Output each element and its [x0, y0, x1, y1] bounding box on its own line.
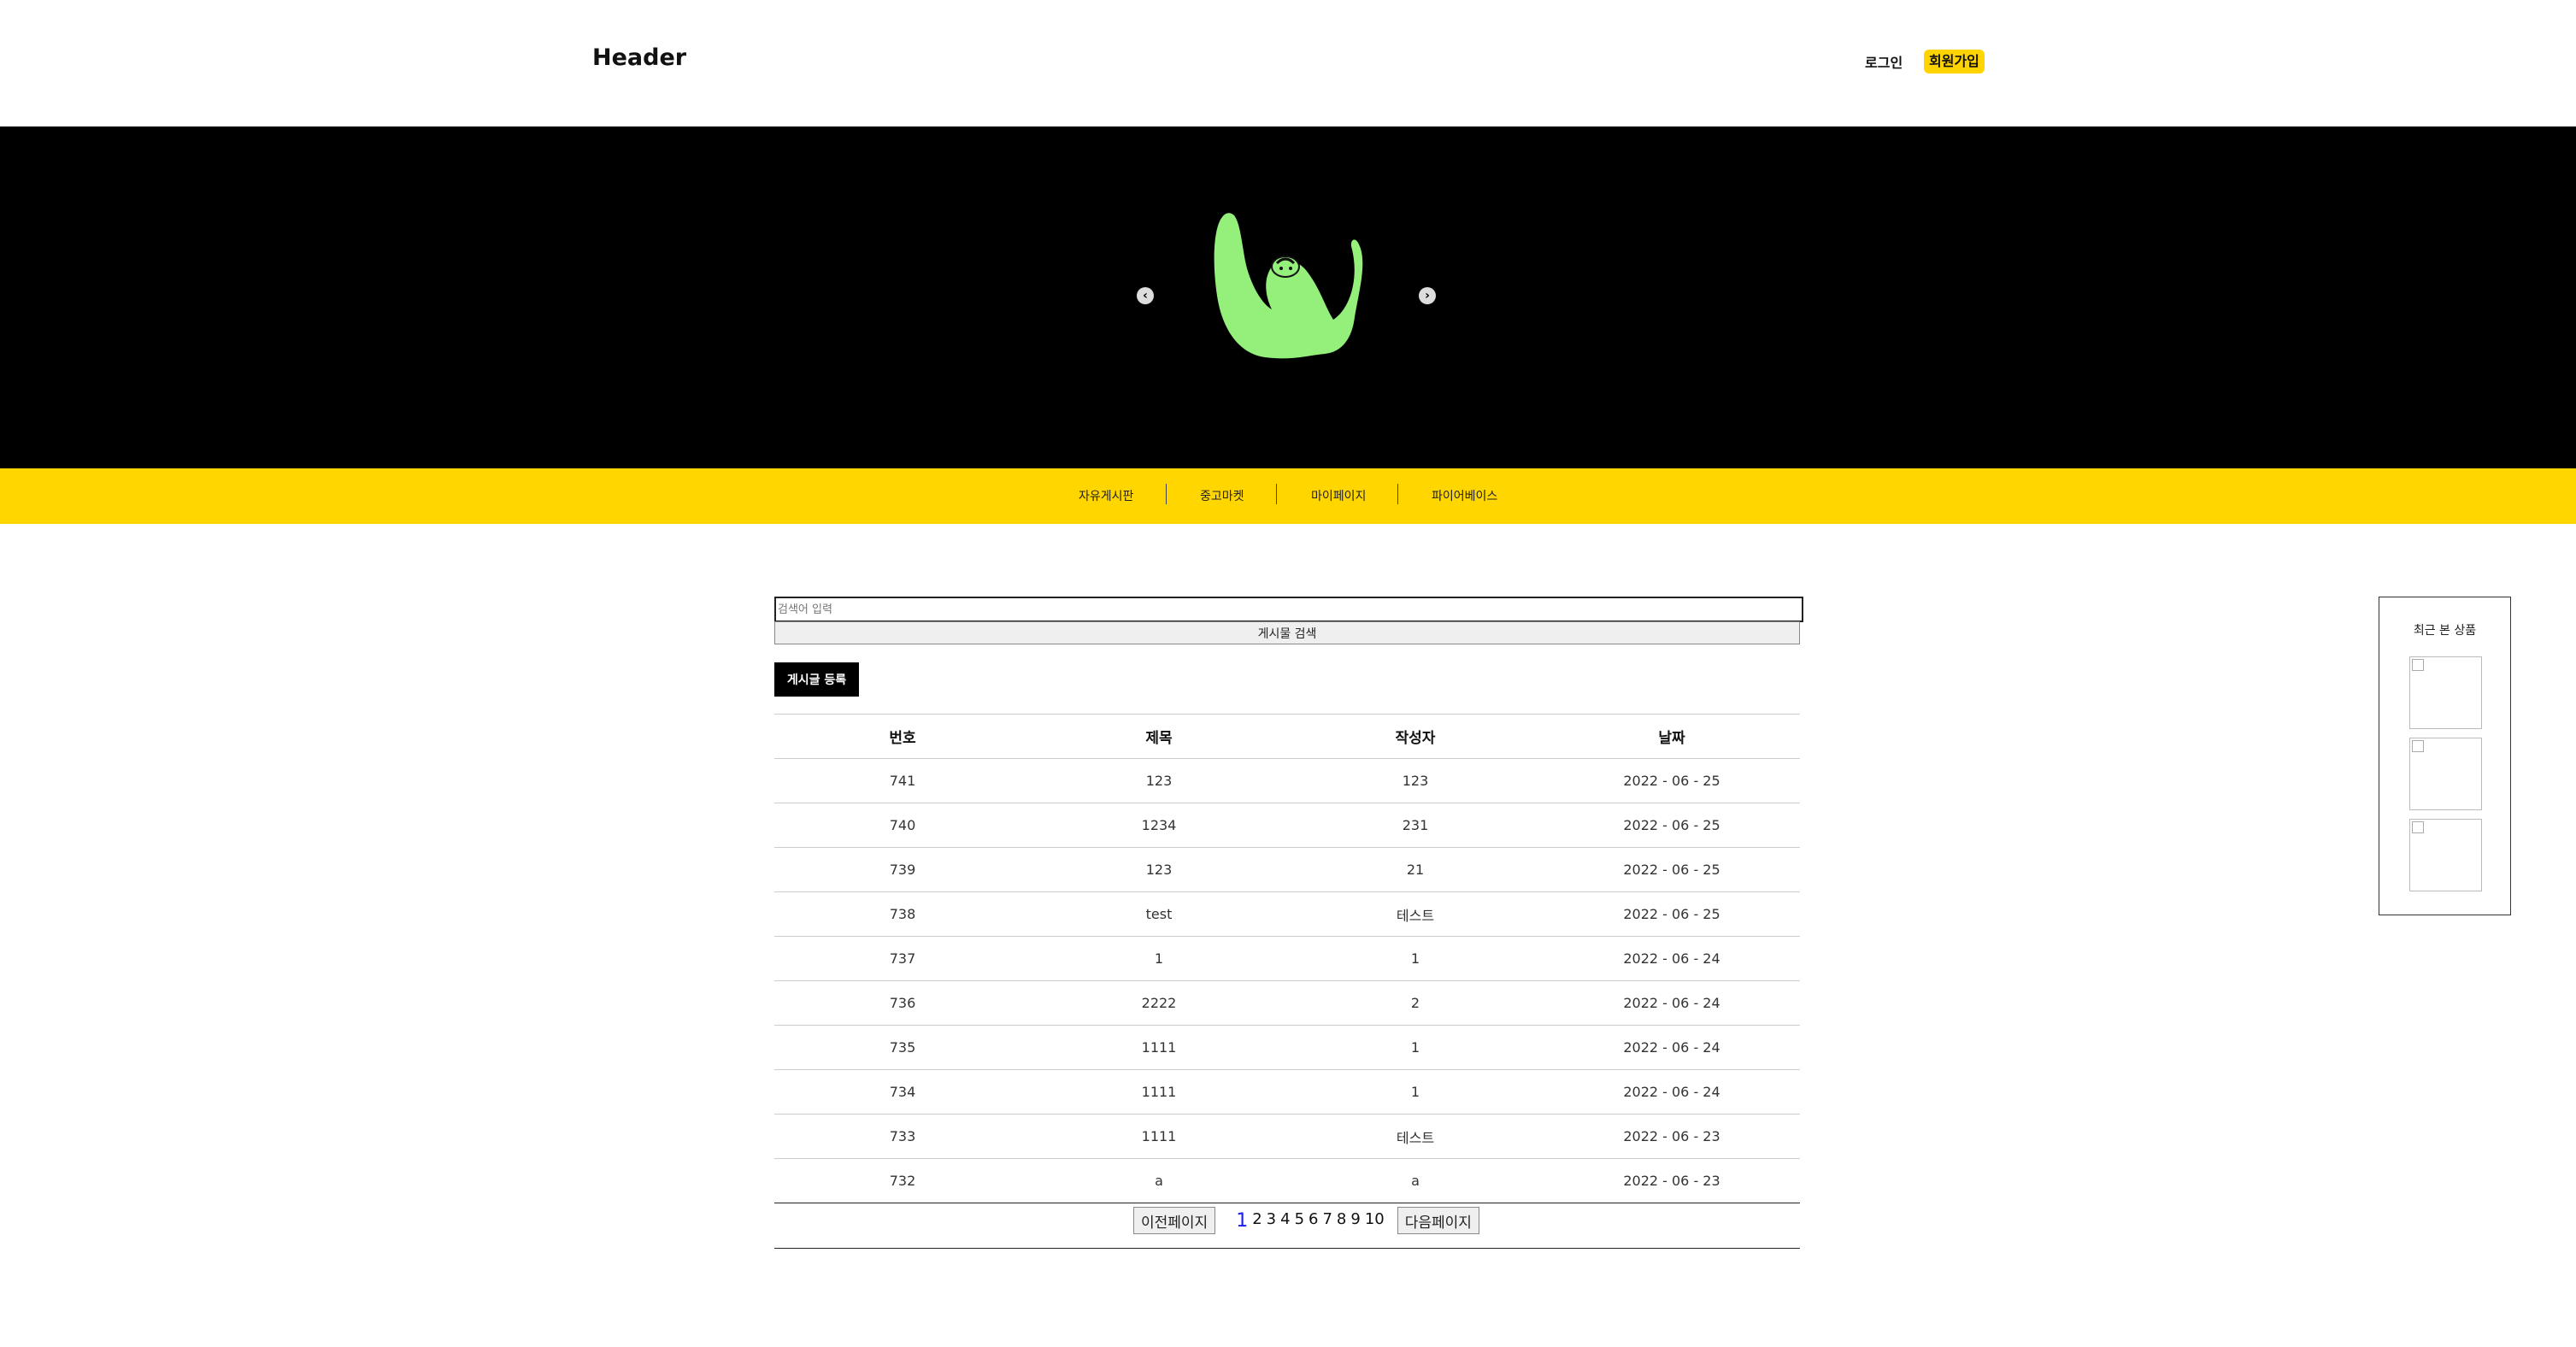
- signup-button[interactable]: 회원가입: [1924, 50, 1985, 74]
- column-header-date: 날짜: [1658, 730, 1685, 747]
- cell-number: 739: [889, 862, 916, 878]
- cell-number: 741: [889, 773, 916, 789]
- recently-viewed-panel: 최근 본 상품: [2379, 597, 2511, 915]
- page-numbers: 1 2 3 4 5 6 7 8 9 10: [1236, 1210, 1389, 1232]
- cell-date: 2022 - 06 - 25: [1623, 862, 1720, 878]
- banner-carousel: ‹ ›: [0, 126, 2576, 468]
- column-header-writer: 작성자: [1395, 730, 1436, 747]
- cell-title[interactable]: a: [1031, 1173, 1287, 1189]
- cell-date: 2022 - 06 - 23: [1623, 1173, 1720, 1189]
- cell-title[interactable]: 2222: [1031, 995, 1287, 1011]
- table-row[interactable]: 734 1111 1 2022 - 06 - 24: [774, 1070, 1800, 1115]
- login-link[interactable]: 로그인: [1865, 51, 1903, 72]
- cell-date: 2022 - 06 - 24: [1623, 1039, 1720, 1056]
- cell-writer: a: [1411, 1173, 1420, 1189]
- cell-title[interactable]: 123: [1031, 862, 1287, 878]
- cell-date: 2022 - 06 - 24: [1623, 995, 1720, 1011]
- cell-number: 740: [889, 817, 916, 833]
- cell-writer: 1: [1410, 1084, 1420, 1100]
- nav-item-my-page[interactable]: 마이페이지: [1311, 487, 1366, 504]
- broken-image-icon: [2412, 821, 2424, 833]
- cell-writer: 1: [1410, 1039, 1420, 1056]
- broken-image-icon: [2412, 740, 2424, 752]
- cell-title[interactable]: 1: [1031, 950, 1287, 967]
- table-header: 번호 제목 작성자 날짜: [774, 714, 1800, 759]
- cell-date: 2022 - 06 - 24: [1623, 950, 1720, 967]
- cell-title[interactable]: 123: [1031, 773, 1287, 789]
- nav-divider: [1166, 484, 1167, 504]
- cell-title[interactable]: 1111: [1031, 1084, 1287, 1100]
- recent-product-thumbnail[interactable]: [2409, 738, 2482, 810]
- cell-writer: 21: [1406, 862, 1425, 878]
- broken-image-icon: [2412, 659, 2424, 671]
- column-header-title: 제목: [1145, 730, 1173, 747]
- table-row[interactable]: 737 1 1 2022 - 06 - 24: [774, 937, 1800, 981]
- page-number-3[interactable]: 3: [1267, 1210, 1276, 1232]
- chevron-right-icon[interactable]: ›: [1419, 287, 1436, 304]
- cell-date: 2022 - 06 - 24: [1623, 1084, 1720, 1100]
- main-nav: 자유게시판 중고마켓 마이페이지 파이어베이스: [0, 468, 2576, 524]
- page-number-5[interactable]: 5: [1295, 1210, 1304, 1232]
- recent-product-thumbnail[interactable]: [2409, 656, 2482, 729]
- cell-title[interactable]: 1111: [1031, 1039, 1287, 1056]
- cell-number: 732: [889, 1173, 916, 1189]
- page-number-1[interactable]: 1: [1236, 1210, 1248, 1232]
- table-row[interactable]: 733 1111 테스트 2022 - 06 - 23: [774, 1115, 1800, 1159]
- cell-number: 738: [889, 906, 916, 922]
- table-row[interactable]: 738 test 테스트 2022 - 06 - 25: [774, 892, 1800, 937]
- nav-item-used-market[interactable]: 중고마켓: [1200, 487, 1244, 504]
- prev-page-button[interactable]: 이전페이지: [1133, 1207, 1216, 1234]
- site-logo[interactable]: Header: [592, 44, 686, 71]
- nav-divider: [1397, 484, 1398, 504]
- cell-writer: 123: [1402, 773, 1429, 789]
- table-row[interactable]: 741 123 123 2022 - 06 - 25: [774, 759, 1800, 803]
- table-row[interactable]: 735 1111 1 2022 - 06 - 24: [774, 1026, 1800, 1070]
- cell-number: 733: [889, 1128, 916, 1144]
- page-number-10[interactable]: 10: [1365, 1210, 1385, 1232]
- cell-date: 2022 - 06 - 25: [1623, 906, 1720, 922]
- cell-writer: 231: [1402, 817, 1429, 833]
- recently-viewed-title: 최근 본 상품: [2413, 624, 2477, 638]
- cell-writer: 1: [1410, 950, 1420, 967]
- cell-writer: 테스트: [1396, 907, 1435, 924]
- page-number-4[interactable]: 4: [1280, 1210, 1290, 1232]
- cell-title[interactable]: 1234: [1031, 817, 1287, 833]
- page-number-2[interactable]: 2: [1252, 1210, 1262, 1232]
- search-button[interactable]: 게시물 검색: [774, 621, 1800, 644]
- mascot-image: [1214, 213, 1363, 359]
- write-post-button[interactable]: 게시글 등록: [774, 662, 859, 697]
- cell-number: 737: [889, 950, 916, 967]
- page-number-7[interactable]: 7: [1322, 1210, 1332, 1232]
- cell-writer: 2: [1410, 995, 1420, 1011]
- page-number-6[interactable]: 6: [1309, 1210, 1318, 1232]
- search-input[interactable]: [774, 597, 1803, 622]
- nav-divider: [1276, 484, 1277, 504]
- cell-date: 2022 - 06 - 25: [1623, 817, 1720, 833]
- next-page-button[interactable]: 다음페이지: [1397, 1207, 1479, 1234]
- cell-title[interactable]: test: [1031, 906, 1287, 922]
- chevron-left-icon[interactable]: ‹: [1137, 287, 1154, 304]
- cell-date: 2022 - 06 - 23: [1623, 1128, 1720, 1144]
- nav-item-free-board[interactable]: 자유게시판: [1079, 487, 1133, 504]
- page-number-8[interactable]: 8: [1337, 1210, 1346, 1232]
- cell-writer: 테스트: [1396, 1129, 1435, 1146]
- page-number-9[interactable]: 9: [1350, 1210, 1360, 1232]
- cell-number: 736: [889, 995, 916, 1011]
- board-table: 번호 제목 작성자 날짜 741 123 123 2022 - 06 - 25 …: [774, 714, 1800, 1203]
- cell-number: 734: [889, 1084, 916, 1100]
- cell-date: 2022 - 06 - 25: [1623, 773, 1720, 789]
- recent-product-thumbnail[interactable]: [2409, 819, 2482, 891]
- cell-title[interactable]: 1111: [1031, 1128, 1287, 1144]
- cell-number: 735: [889, 1039, 916, 1056]
- table-row[interactable]: 739 123 21 2022 - 06 - 25: [774, 848, 1800, 892]
- column-header-number: 번호: [889, 730, 916, 747]
- nav-item-firebase[interactable]: 파이어베이스: [1432, 487, 1497, 504]
- table-row[interactable]: 740 1234 231 2022 - 06 - 25: [774, 803, 1800, 848]
- site-header: Header 로그인 회원가입: [0, 0, 2576, 126]
- pagination: 이전페이지 1 2 3 4 5 6 7 8 9 10 다음페이지: [774, 1197, 1800, 1249]
- table-row[interactable]: 736 2222 2 2022 - 06 - 24: [774, 981, 1800, 1026]
